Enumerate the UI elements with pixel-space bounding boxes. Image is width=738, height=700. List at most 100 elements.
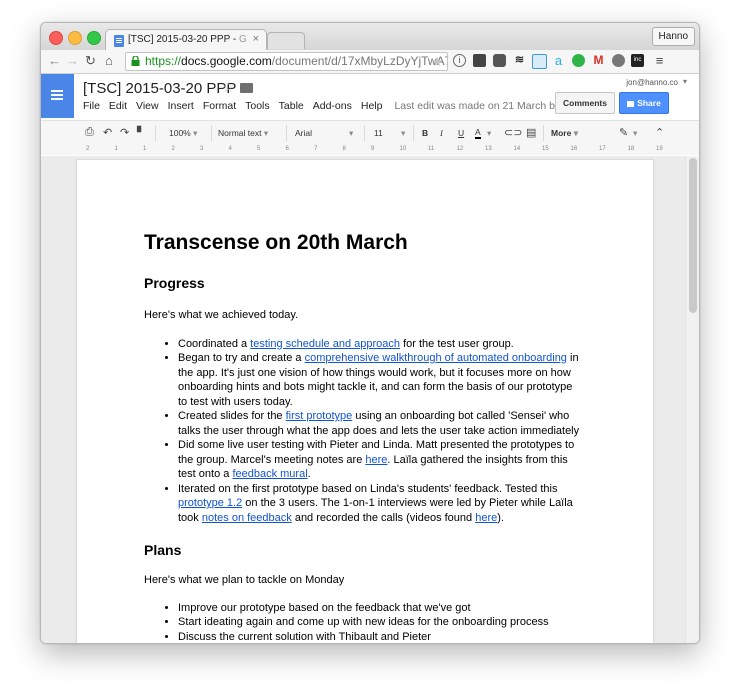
progress-list: Coordinated a testing schedule and appro… [144, 337, 584, 526]
collapse-toolbar-icon[interactable]: ⌃ [655, 126, 664, 139]
menu-edit[interactable]: Edit [109, 100, 127, 112]
minimize-window-button[interactable] [68, 31, 82, 45]
document-heading[interactable]: Transcense on 20th March [144, 230, 584, 256]
ruler-number: 1 [114, 146, 118, 152]
folder-icon[interactable] [240, 83, 253, 93]
zoom-select[interactable]: 100% ▾ [169, 128, 197, 139]
undo-icon[interactable]: ↶ [103, 126, 112, 139]
lastpass-icon[interactable] [473, 54, 486, 67]
list-item[interactable]: Iterated on the first prototype based on… [178, 482, 584, 526]
menu-help[interactable]: Help [361, 100, 383, 112]
underline-button[interactable]: U [458, 128, 464, 138]
bold-button[interactable]: B [422, 128, 428, 138]
menu-view[interactable]: View [136, 100, 159, 112]
list-item-text: for the test user group. [400, 337, 514, 350]
menu-icon[interactable]: ≡ [653, 54, 666, 67]
font-select[interactable]: Arial ▾ [295, 128, 353, 138]
insert-link-icon[interactable]: ⊂⊃ [504, 126, 522, 139]
scrollbar-thumb[interactable] [689, 158, 697, 313]
list-item[interactable]: Created slides for the first prototype u… [178, 409, 584, 438]
home-icon[interactable]: ⌂ [105, 53, 113, 68]
testing-schedule-link[interactable]: testing schedule and approach [250, 338, 400, 350]
document-title[interactable]: [TSC] 2015-03-20 PPP [83, 80, 236, 97]
list-item[interactable]: Began to try and create a comprehensive … [178, 351, 584, 409]
progress-heading[interactable]: Progress [144, 274, 584, 292]
browser-window: [TSC] 2015-03-20 PPP - G × Hanno ← → ↻ ⌂… [40, 22, 700, 644]
feedback-mural-link[interactable]: feedback mural [232, 468, 307, 480]
ruler[interactable]: 2 1 1 2 3 4 5 6 7 8 9 10 11 12 13 14 15 16 17 18 19 [41, 145, 699, 155]
menu-addons[interactable]: Add-ons [313, 100, 352, 112]
redo-icon[interactable]: ↷ [120, 126, 129, 139]
insert-comment-icon[interactable]: ▤ [526, 126, 536, 139]
address-bar[interactable]: https://docs.google.com/document/d/17xMb… [125, 52, 448, 71]
forward-icon[interactable]: → [66, 53, 79, 68]
list-item[interactable]: Start ideating again and come up with ne… [178, 615, 584, 630]
list-item-text: Began to try and create a [178, 352, 305, 364]
star-document-icon[interactable]: ☆ [222, 79, 235, 96]
reload-icon[interactable]: ↻ [85, 53, 96, 69]
close-tab-icon[interactable]: × [253, 33, 259, 45]
menu-table[interactable]: Table [279, 100, 304, 112]
editing-mode-caret-icon[interactable]: ▾ [633, 128, 637, 139]
toolbar-divider [413, 125, 414, 141]
pocket-icon[interactable] [493, 54, 506, 67]
calendar-extension-icon[interactable] [532, 54, 547, 69]
notes-on-feedback-link[interactable]: notes on feedback [202, 512, 292, 524]
toolbar-divider [211, 125, 212, 141]
evernote-icon[interactable] [572, 54, 585, 67]
menu-file[interactable]: File [83, 100, 100, 112]
inc-extension-icon[interactable]: inc [631, 54, 644, 67]
info-extension-icon[interactable]: i [453, 54, 466, 67]
list-item[interactable]: Did some live user testing with Pieter a… [178, 438, 584, 482]
more-button[interactable]: More ▾ [551, 128, 578, 139]
prototype-1-2-link[interactable]: prototype 1.2 [178, 497, 242, 509]
text-color-caret-icon[interactable]: ▾ [487, 128, 491, 139]
text-color-button[interactable]: A [475, 128, 481, 139]
gmail-icon[interactable]: M [592, 54, 605, 67]
extension-icon[interactable] [612, 54, 625, 67]
italic-button[interactable]: I [440, 128, 443, 138]
a-extension-icon[interactable]: a [552, 54, 565, 67]
document-body[interactable]: Transcense on 20th March Progress Here's… [144, 230, 584, 643]
style-select[interactable]: Normal text ▾ [218, 128, 268, 139]
new-tab-button[interactable] [267, 32, 305, 49]
document-page[interactable]: Transcense on 20th March Progress Here's… [77, 160, 653, 643]
menu-tools[interactable]: Tools [245, 100, 270, 112]
walkthrough-link[interactable]: comprehensive walkthrough of automated o… [305, 352, 567, 364]
list-item[interactable]: Improve our prototype based on the feedb… [178, 601, 584, 616]
comments-button[interactable]: Comments [555, 92, 615, 114]
profile-button[interactable]: Hanno [651, 27, 695, 46]
progress-intro[interactable]: Here's what we achieved today. [144, 308, 584, 323]
docs-home-icon[interactable] [41, 74, 74, 118]
share-button[interactable]: Share [619, 92, 669, 114]
list-item[interactable]: Coordinated a testing schedule and appro… [178, 337, 584, 352]
account-caret-icon[interactable]: ▾ [683, 77, 687, 86]
last-edit-link[interactable]: Last edit was made on 21 March by ... [394, 100, 571, 112]
document-canvas[interactable]: Transcense on 20th March Progress Here's… [41, 156, 686, 643]
account-email[interactable]: jon@hanno.co [626, 78, 678, 87]
google-docs: [TSC] 2015-03-20 PPP ☆ File Edit View Inser… [41, 74, 699, 643]
print-icon[interactable]: ⎙ [85, 126, 94, 139]
menu-insert[interactable]: Insert [168, 100, 194, 112]
toolbar-divider [364, 125, 365, 141]
list-item[interactable]: Discuss the current solution with Thibau… [178, 630, 584, 644]
vertical-scrollbar[interactable] [685, 156, 699, 643]
videos-link[interactable]: here [475, 512, 497, 524]
plans-heading[interactable]: Plans [144, 541, 584, 559]
buffer-icon[interactable]: ≋ [513, 54, 526, 67]
editing-mode-icon[interactable]: ✎ [619, 126, 628, 139]
meeting-notes-link[interactable]: here [365, 454, 387, 466]
ruler-number: 5 [257, 146, 261, 152]
plans-intro[interactable]: Here's what we plan to tackle on Monday [144, 573, 584, 588]
browser-tab[interactable]: [TSC] 2015-03-20 PPP - G × [105, 29, 267, 51]
zoom-window-button[interactable] [87, 31, 101, 45]
close-window-button[interactable] [49, 31, 63, 45]
first-prototype-link[interactable]: first prototype [286, 410, 353, 422]
font-size-select[interactable]: 11 ▾ [374, 128, 405, 138]
bookmark-star-icon[interactable]: ★ [431, 53, 443, 70]
ruler-number: 1 [143, 146, 147, 152]
menu-format[interactable]: Format [203, 100, 236, 112]
ruler-number: 2 [86, 146, 90, 152]
paint-format-icon[interactable]: ▘ [137, 126, 145, 139]
back-icon[interactable]: ← [48, 53, 61, 68]
